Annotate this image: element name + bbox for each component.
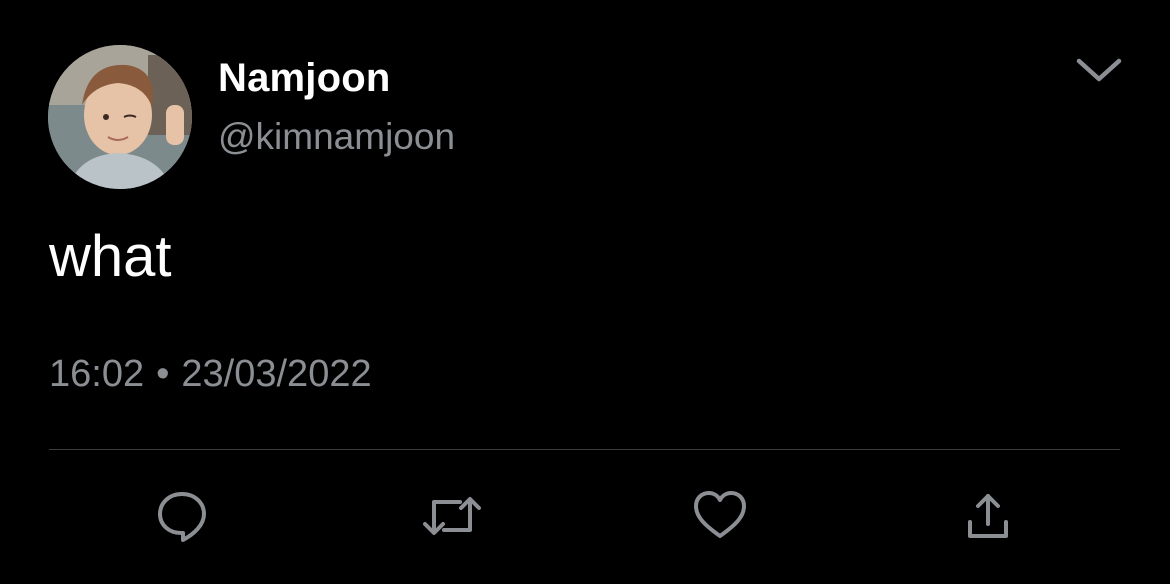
comment-icon xyxy=(158,492,206,542)
like-button[interactable] xyxy=(690,486,750,546)
retweet-icon xyxy=(423,497,481,535)
avatar-photo xyxy=(48,45,192,189)
tweet-text: what xyxy=(49,224,172,289)
chevron-down-icon xyxy=(1076,58,1122,82)
user-handle[interactable]: @kimnamjoon xyxy=(218,116,455,158)
meta-separator: • xyxy=(156,353,170,395)
more-options-button[interactable] xyxy=(1068,48,1130,92)
tweet-time: 16:02 xyxy=(49,353,145,395)
tweet-date: 23/03/2022 xyxy=(181,353,372,395)
retweet-button[interactable] xyxy=(422,486,482,546)
heart-icon xyxy=(694,491,746,538)
reply-button[interactable] xyxy=(152,486,212,546)
divider xyxy=(49,449,1120,450)
avatar[interactable] xyxy=(48,45,192,189)
share-icon xyxy=(968,494,1008,538)
share-button[interactable] xyxy=(958,486,1018,546)
display-name[interactable]: Namjoon xyxy=(218,56,391,100)
tweet-timestamp: 16:02 • 23/03/2022 xyxy=(49,351,372,397)
tweet-detail: Namjoon @kimnamjoon what 16:02 • 23/03/202… xyxy=(0,0,1170,584)
